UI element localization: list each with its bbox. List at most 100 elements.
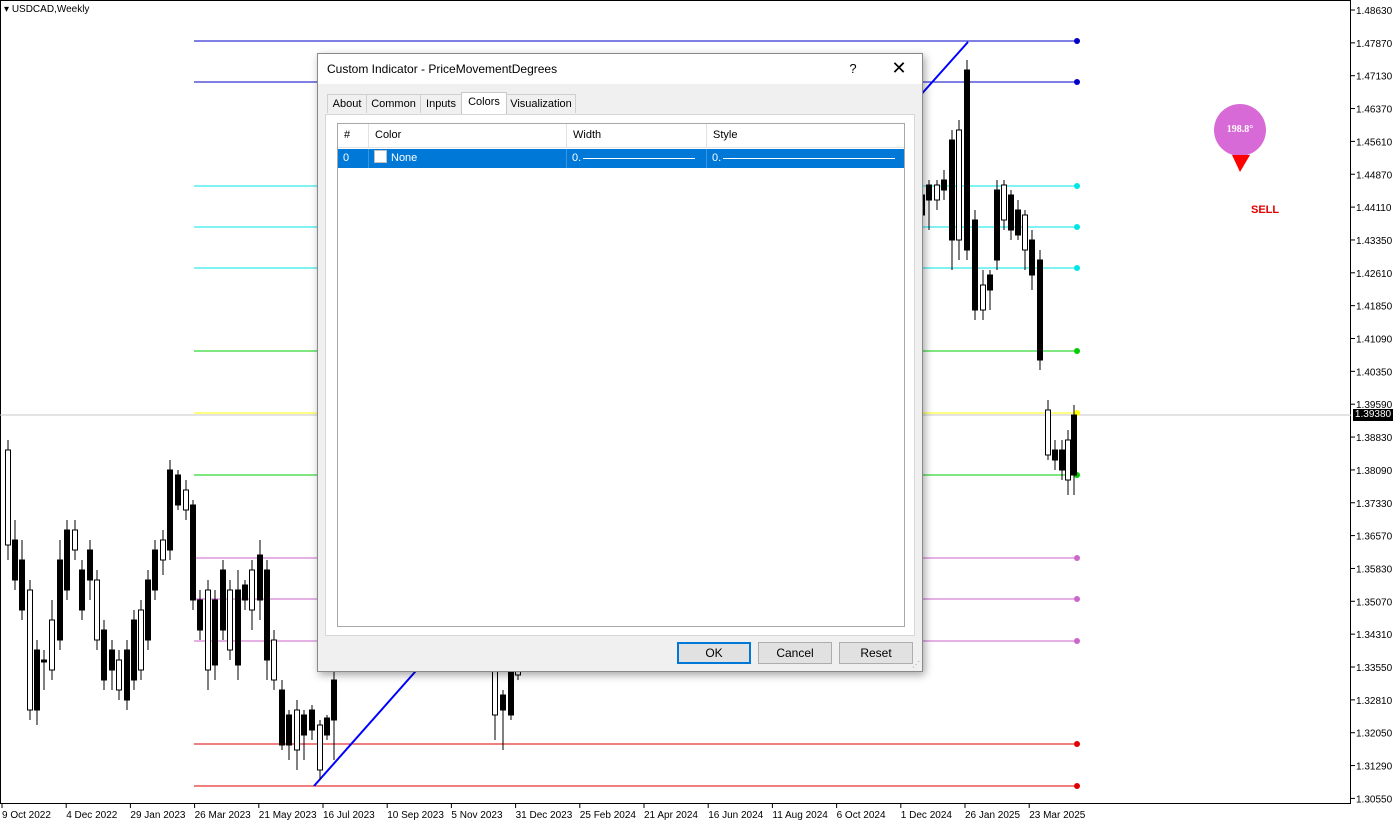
- candle-body: [49, 619, 55, 671]
- candle-body: [301, 714, 307, 736]
- candle-body: [101, 629, 107, 681]
- time-tick-label: 1 Dec 2024: [901, 810, 953, 821]
- candle-body: [205, 589, 211, 671]
- candle-body: [331, 679, 337, 721]
- tab-visualization[interactable]: Visualization: [506, 94, 576, 113]
- current-price-tag: 1.39380: [1353, 409, 1393, 421]
- candle-body: [1071, 414, 1077, 476]
- header-width[interactable]: Width: [567, 124, 707, 147]
- symbol-title-text: USDCAD,Weekly: [11, 4, 90, 15]
- row-style-cell[interactable]: 0.: [707, 149, 904, 168]
- grid-header: # Color Width Style: [338, 124, 904, 148]
- price-tick-label: 1.36570: [1356, 532, 1393, 543]
- candle-body: [94, 579, 100, 641]
- candle-body: [271, 639, 277, 681]
- candle-body: [72, 529, 78, 551]
- candle-body: [1037, 259, 1043, 361]
- cancel-button[interactable]: Cancel: [758, 642, 832, 664]
- trend-line: [917, 41, 969, 99]
- close-button[interactable]: ✕: [884, 57, 914, 81]
- width-line-preview: [583, 158, 695, 159]
- symbol-menu-arrow-icon[interactable]: ▾: [4, 4, 9, 15]
- row-width-cell[interactable]: 0.: [567, 149, 707, 168]
- candle-body: [212, 599, 218, 666]
- candle-body: [227, 589, 233, 651]
- grid-row[interactable]: 0 None 0. 0.: [338, 149, 904, 168]
- level-dot: [1074, 224, 1080, 230]
- row-width-value: 0.: [572, 152, 582, 164]
- candle-body: [492, 669, 498, 716]
- candle-body: [145, 579, 151, 641]
- level-dot: [1074, 596, 1080, 602]
- tab-colors[interactable]: Colors: [461, 92, 507, 114]
- help-button[interactable]: ?: [838, 57, 868, 81]
- dialog-titlebar[interactable]: Custom Indicator - PriceMovementDegrees …: [318, 54, 922, 84]
- candle-body: [994, 189, 1000, 261]
- price-tick-label: 1.44870: [1356, 170, 1393, 181]
- tab-about[interactable]: About: [327, 94, 367, 113]
- reset-button[interactable]: Reset: [839, 642, 913, 664]
- price-tick-label: 1.35070: [1356, 597, 1393, 608]
- level-dot: [1074, 79, 1080, 85]
- candle-body: [926, 184, 932, 201]
- row-style-value: 0.: [712, 152, 722, 164]
- tab-common[interactable]: Common: [366, 94, 421, 113]
- time-tick-label: 16 Jun 2024: [708, 810, 763, 821]
- row-color-value: None: [391, 152, 418, 164]
- row-color-cell[interactable]: None: [369, 149, 567, 168]
- candle-body: [19, 559, 25, 611]
- time-tick-label: 25 Feb 2024: [580, 810, 637, 821]
- candle-body: [317, 724, 323, 771]
- level-dot: [1074, 38, 1080, 44]
- header-style[interactable]: Style: [707, 124, 904, 147]
- candle-body: [41, 659, 47, 663]
- candle-body: [138, 609, 144, 671]
- price-tick-label: 1.47130: [1356, 72, 1393, 83]
- candle-body: [279, 689, 285, 746]
- ok-button[interactable]: OK: [677, 642, 751, 664]
- candle-body: [508, 669, 514, 716]
- candle-body: [87, 549, 93, 581]
- header-index[interactable]: #: [338, 124, 369, 147]
- header-color[interactable]: Color: [369, 124, 567, 147]
- badge-arrow-icon: [1232, 155, 1250, 172]
- candle-body: [197, 599, 203, 631]
- candle-body: [1022, 214, 1028, 251]
- time-tick-label: 9 Oct 2022: [2, 810, 51, 821]
- candle-body: [309, 709, 315, 731]
- candle-body: [286, 714, 292, 746]
- custom-indicator-dialog[interactable]: Custom Indicator - PriceMovementDegrees …: [317, 53, 923, 672]
- colors-grid[interactable]: # Color Width Style 0 None 0. 0.: [337, 123, 905, 627]
- time-tick-label: 31 Dec 2023: [516, 810, 573, 821]
- color-swatch-icon: [374, 150, 387, 163]
- colors-tab-panel: # Color Width Style 0 None 0. 0.: [325, 114, 915, 636]
- candle-body: [167, 469, 173, 551]
- resize-grip-icon[interactable]: ⋰: [912, 660, 920, 669]
- tab-inputs[interactable]: Inputs: [420, 94, 462, 113]
- candle-body: [175, 474, 181, 506]
- level-dot: [1074, 741, 1080, 747]
- candle-body: [64, 529, 70, 591]
- price-tick-label: 1.33550: [1356, 663, 1393, 674]
- candle-body: [242, 584, 248, 601]
- candle-body: [257, 554, 263, 601]
- candle-body: [124, 649, 130, 701]
- time-tick-label: 10 Sep 2023: [387, 810, 444, 821]
- price-tick-label: 1.43350: [1356, 236, 1393, 247]
- candle-body: [190, 504, 196, 601]
- time-tick-label: 5 Nov 2023: [451, 810, 503, 821]
- time-tick-label: 26 Mar 2023: [195, 810, 252, 821]
- candle-body: [980, 284, 986, 311]
- dialog-title: Custom Indicator - PriceMovementDegrees: [327, 62, 558, 76]
- candle-body: [1052, 449, 1058, 461]
- price-tick-label: 1.37330: [1356, 499, 1393, 510]
- candle-body: [972, 219, 978, 311]
- price-tick-label: 1.45610: [1356, 137, 1393, 148]
- candle-body: [956, 129, 962, 241]
- time-tick-label: 21 May 2023: [259, 810, 317, 821]
- level-dot: [1074, 183, 1080, 189]
- candle-body: [12, 539, 18, 581]
- candle-body: [109, 649, 115, 671]
- price-tick-label: 1.31290: [1356, 762, 1393, 773]
- price-tick-label: 1.46370: [1356, 105, 1393, 116]
